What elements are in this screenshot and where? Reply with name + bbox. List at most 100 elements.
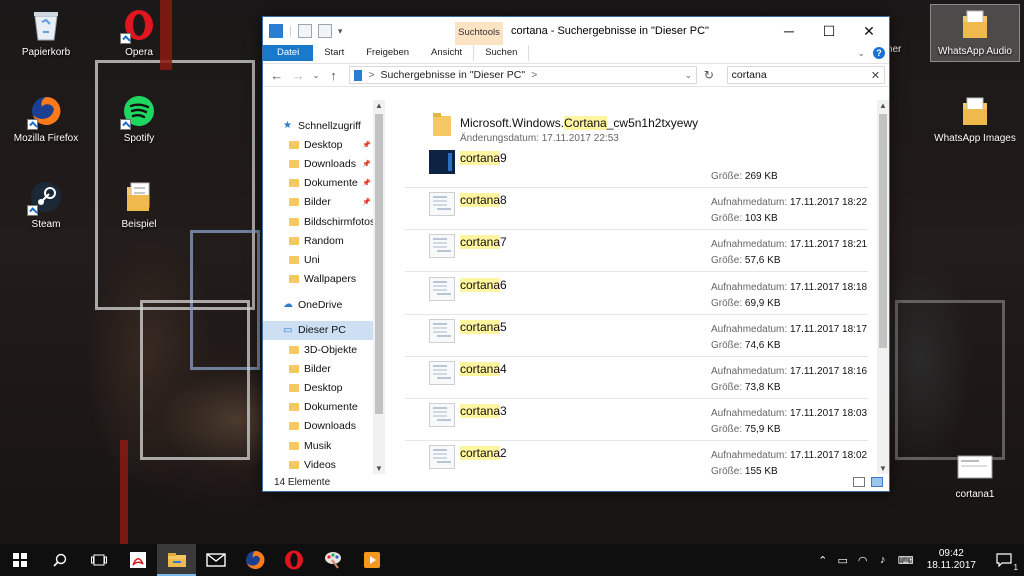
sidebar-item-pc[interactable]: Downloads <box>263 417 373 436</box>
clock[interactable]: 09:42 18.11.2017 <box>919 548 984 572</box>
scroll-up-icon[interactable]: ▲ <box>877 101 889 110</box>
title-bar[interactable]: | ▾ Suchtools cortana - Suchergebnisse i… <box>263 17 889 45</box>
up-button[interactable]: ↑ <box>324 68 344 83</box>
keyboard-icon[interactable]: ⌨ <box>893 554 919 567</box>
taskbar-opera[interactable] <box>274 544 313 576</box>
address-dropdown-icon[interactable]: ⌄ <box>685 70 693 81</box>
sidebar-item-pc[interactable]: Videos <box>263 455 373 474</box>
expand-ribbon-icon[interactable]: ⌄ <box>857 48 865 59</box>
sidebar-item-pc[interactable]: Musik <box>263 436 373 455</box>
back-button[interactable]: ← <box>267 68 287 83</box>
list-item[interactable]: cortana5 Aufnahmedatum: 17.11.2017 18:17 G… <box>405 315 868 357</box>
taskbar-vlc[interactable] <box>352 544 391 576</box>
list-item[interactable]: cortana8 Aufnahmedatum: 17.11.2017 18:22 G… <box>405 188 868 231</box>
desktop-icon-spotify[interactable]: Spotify <box>97 92 181 145</box>
taskbar-acrobat[interactable] <box>118 544 157 576</box>
list-item[interactable]: cortana6 Aufnahmedatum: 17.11.2017 18:18 G… <box>405 273 868 315</box>
scroll-down-icon[interactable]: ▼ <box>373 464 385 473</box>
wifi-icon[interactable]: ◠ <box>853 554 873 567</box>
nav-onedrive[interactable]: ☁ OneDrive <box>263 295 373 314</box>
scroll-down-icon[interactable]: ▼ <box>877 464 889 473</box>
scroll-up-icon[interactable]: ▲ <box>373 101 385 110</box>
file-explorer-window[interactable]: | ▾ Suchtools cortana - Suchergebnisse i… <box>262 16 890 492</box>
desktop-icon-opera[interactable]: Opera <box>97 6 181 59</box>
taskbar-paint[interactable] <box>313 544 352 576</box>
scrollbar-thumb[interactable] <box>375 114 383 414</box>
desktop-icon-recycle-bin[interactable]: Papierkorb <box>4 6 88 59</box>
tab-freigeben[interactable]: Freigeben <box>355 45 420 61</box>
details-view-icon[interactable] <box>853 477 865 487</box>
search-input[interactable]: cortana ✕ <box>726 66 886 84</box>
nav-quick-access[interactable]: ★ Schnellzugriff <box>263 116 373 135</box>
list-item[interactable]: cortana7 Aufnahmedatum: 17.11.2017 18:21 G… <box>405 230 868 273</box>
scrollbar-thumb[interactable] <box>879 114 887 348</box>
refresh-button[interactable]: ↻ <box>699 68 719 82</box>
sidebar-item-pc[interactable]: 3D-Objekte <box>263 340 373 359</box>
tab-datei[interactable]: Datei <box>263 45 314 61</box>
sidebar-item-quick[interactable]: Bildschirmfotos <box>263 212 375 231</box>
desktop-icon-whatsapp-images[interactable]: WhatsApp Images <box>930 92 1020 145</box>
maximize-button[interactable]: ☐ <box>809 17 849 45</box>
desktop-icon-beispiel[interactable]: Beispiel <box>97 178 181 231</box>
sidebar-item-quick[interactable]: Random <box>263 231 373 250</box>
navigation-pane[interactable]: ★ Schnellzugriff Desktop 📌 Downloads 📌 Dokumen… <box>263 100 385 474</box>
sidebar-item-quick[interactable]: Bilder 📌 <box>263 193 373 212</box>
file-list-scrollbar[interactable]: ▲ ▼ <box>877 100 889 474</box>
pin-icon[interactable]: 📌 <box>362 198 371 206</box>
new-folder-icon[interactable] <box>317 24 332 38</box>
desktop-icon-whatsapp-audio[interactable]: WhatsApp Audio <box>930 4 1020 62</box>
recent-locations-button[interactable]: ⌄ <box>310 71 322 80</box>
nav-this-pc[interactable]: ▭ Dieser PC <box>263 320 373 340</box>
file-name: cortana2 <box>460 446 507 461</box>
clear-search-icon[interactable]: ✕ <box>871 69 880 82</box>
file-name: cortana6 <box>460 277 507 292</box>
file-name: cortana4 <box>460 362 507 376</box>
volume-icon[interactable]: ♪ <box>873 554 893 566</box>
navigation-scrollbar[interactable]: ▲ ▼ <box>373 100 385 474</box>
search-button[interactable] <box>40 544 79 576</box>
pin-icon[interactable]: 📌 <box>362 160 371 168</box>
show-hidden-icons-icon[interactable]: ⌃ <box>813 554 833 567</box>
sidebar-item-quick[interactable]: Wallpapers <box>263 270 373 289</box>
list-item[interactable]: Microsoft.Windows.Cortana_cw5n1h2txyewy … <box>405 100 868 146</box>
action-center-button[interactable]: 1 <box>984 544 1024 576</box>
tab-suchen[interactable]: Suchen <box>473 45 530 61</box>
close-button[interactable]: ✕ <box>849 17 889 45</box>
desktop-icon-firefox[interactable]: Mozilla Firefox <box>4 92 88 145</box>
list-item[interactable]: cortana9 Größe: 269 KB <box>405 146 868 188</box>
sidebar-item-quick[interactable]: Uni <box>263 250 373 269</box>
minimize-button[interactable]: ─ <box>769 17 809 45</box>
sidebar-item-pc[interactable]: Desktop <box>263 378 373 397</box>
taskbar-mail[interactable] <box>196 544 235 576</box>
file-list[interactable]: Microsoft.Windows.Cortana_cw5n1h2txyewy … <box>385 100 889 474</box>
sidebar-item-pc[interactable]: Dokumente <box>263 398 373 417</box>
taskbar-firefox[interactable] <box>235 544 274 576</box>
pin-icon[interactable]: 📌 <box>362 141 371 149</box>
list-item[interactable]: cortana4 Aufnahmedatum: 17.11.2017 18:16 G… <box>405 357 868 399</box>
pin-icon[interactable]: 📌 <box>362 179 371 187</box>
sidebar-item-quick[interactable]: Desktop 📌 <box>263 135 373 154</box>
document-folder-icon <box>120 178 158 216</box>
sidebar-item-quick[interactable]: Downloads 📌 <box>263 154 373 173</box>
forward-button[interactable]: → <box>289 68 309 83</box>
steam-icon <box>27 178 65 216</box>
capture-date: Aufnahmedatum: 17.11.2017 18:18 <box>711 281 868 293</box>
desktop-icon-steam[interactable]: Steam <box>4 178 88 231</box>
tiles-view-icon[interactable] <box>871 477 883 487</box>
task-view-button[interactable] <box>79 544 118 576</box>
desktop-icon-cortana1[interactable]: cortana1 <box>930 448 1020 501</box>
sidebar-item-pc[interactable]: Bilder <box>263 359 373 378</box>
start-button[interactable] <box>0 544 40 576</box>
sidebar-item-quick[interactable]: Dokumente 📌 <box>263 174 373 193</box>
address-field[interactable]: > Suchergebnisse in "Dieser PC" > ⌄ <box>349 66 698 84</box>
list-item[interactable]: cortana2 Aufnahmedatum: 17.11.2017 18:02 G… <box>405 441 868 474</box>
tab-start[interactable]: Start <box>313 45 355 61</box>
properties-icon[interactable] <box>297 24 312 38</box>
help-icon[interactable]: ? <box>873 47 885 59</box>
tab-ansicht[interactable]: Ansicht <box>420 45 473 61</box>
list-item[interactable]: cortana3 Aufnahmedatum: 17.11.2017 18:03 G… <box>405 399 868 442</box>
battery-icon[interactable]: ▭ <box>833 554 853 567</box>
context-tab-search-tools: Suchtools <box>455 22 503 45</box>
taskbar-file-explorer[interactable] <box>157 544 196 576</box>
customize-toolbar-icon[interactable]: ▾ <box>338 26 343 37</box>
